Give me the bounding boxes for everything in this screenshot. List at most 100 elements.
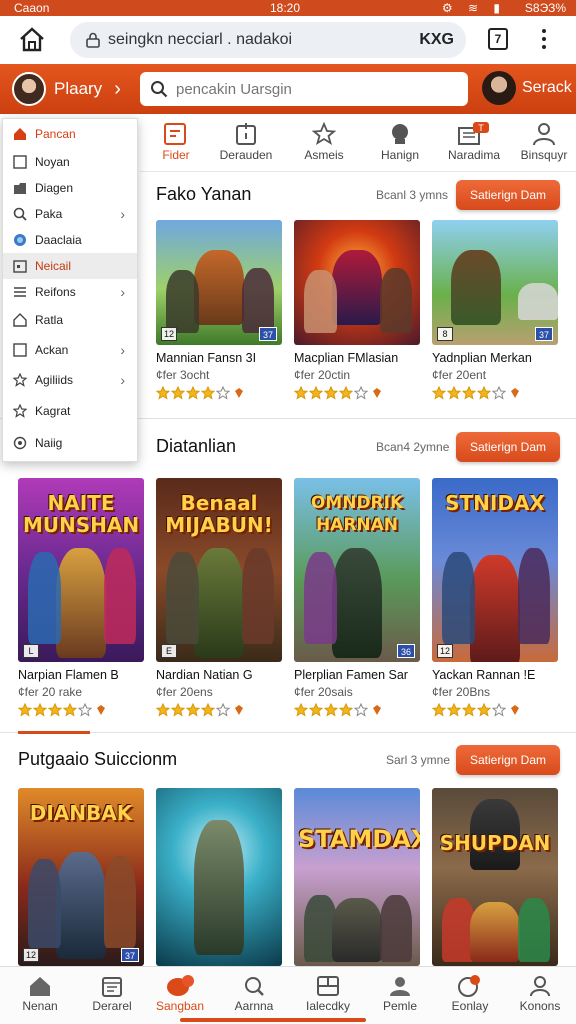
menu-item-label: Reifons	[35, 285, 76, 299]
url-text: seingkn necciarl . nadakoi	[108, 31, 293, 48]
menu-item-label: Neicail	[35, 259, 72, 273]
star-empty-icon	[78, 703, 92, 717]
nav-label: Derarel	[92, 999, 132, 1013]
star-filled-icon	[432, 703, 446, 717]
category-tab-2[interactable]: Derauden	[210, 114, 282, 172]
calendar-icon	[102, 977, 122, 997]
star-filled-icon	[462, 703, 476, 717]
menu-item-noyan[interactable]: Noyan	[3, 149, 137, 175]
cover-title: STNIDAX	[445, 491, 545, 515]
nav-label: Nenan	[22, 999, 58, 1013]
nav-tab-sangban[interactable]: Sangban	[144, 967, 216, 1024]
game-cover: NAITE MUNSHAN L	[18, 478, 144, 662]
menu-item-pancan[interactable]: Pancan	[3, 119, 137, 149]
star-filled-icon	[156, 386, 170, 400]
menu-item-ratla[interactable]: Ratla	[3, 305, 137, 335]
chevron-right-icon: ›	[114, 77, 121, 100]
menu-item-agiliids[interactable]: Agiliids ›	[3, 365, 137, 395]
menu-item-daaclaia[interactable]: Daaclaia	[3, 227, 137, 253]
game-card[interactable]: STAMDAX	[294, 788, 422, 966]
game-card[interactable]	[156, 788, 284, 966]
tag-icon	[164, 123, 186, 145]
game-title: Plerplian Famen Sar	[294, 668, 408, 682]
nav-label: Eonlay	[451, 999, 489, 1013]
game-card[interactable]: NAITE MUNSHAN L Narpian Flamen B ¢fer 20…	[18, 478, 146, 718]
kebab-menu-icon[interactable]	[536, 26, 552, 54]
game-offer: ¢fer 20sais	[294, 685, 353, 699]
nav-tab-pemle[interactable]: Pemle	[364, 967, 436, 1024]
nav-tab-eonlay[interactable]: Eonlay	[434, 967, 506, 1024]
search-input[interactable]	[176, 77, 456, 101]
menu-item-label: Naiig	[35, 436, 63, 450]
menu-item-neicail[interactable]: Neicail	[3, 253, 137, 279]
age-rating-badge: 12	[23, 948, 39, 962]
nav-tab-nenan[interactable]: Nenan	[4, 967, 76, 1024]
square-icon	[13, 343, 27, 357]
star-rating	[432, 702, 560, 718]
chevron-right-icon: ›	[120, 342, 125, 358]
star-filled-icon	[18, 703, 32, 717]
section-title: Diatanlian	[156, 436, 237, 456]
section-meta: Sarl 3 ymne	[386, 753, 451, 767]
star-filled-icon	[294, 703, 308, 717]
menu-item-diagen[interactable]: Diagen	[3, 175, 137, 201]
game-card[interactable]: OMNDRIK HARNAN 36 Plerplian Famen Sar ¢f…	[294, 478, 422, 718]
game-card[interactable]: SHUPDAN	[432, 788, 560, 966]
game-cover: 8 37	[432, 220, 558, 345]
tabs-button[interactable]: 7	[488, 28, 508, 50]
game-card[interactable]: Macplian FMlasian ¢fer 20ctin	[294, 220, 422, 401]
cover-title: STAMDAX	[298, 825, 420, 853]
menu-item-paka[interactable]: Paka ›	[3, 201, 137, 227]
chat-icon	[167, 975, 194, 996]
gem-icon	[511, 705, 519, 715]
nav-label: Ialecdky	[305, 999, 351, 1013]
star-rating	[432, 385, 560, 401]
cover-title: NAITE MUNSHAN	[22, 491, 140, 537]
nav-tab-konons[interactable]: Konons	[504, 967, 576, 1024]
menu-item-label: Agiliids	[35, 373, 74, 387]
nav-tab-aarnna[interactable]: Aarnna	[218, 967, 290, 1024]
game-card[interactable]: DIANBAK 12 37	[18, 788, 146, 966]
star-empty-icon	[492, 703, 506, 717]
game-card[interactable]: STNIDAX 12 Yackan Rannan !E ¢fer 20Bns	[432, 478, 560, 718]
category-tab-1[interactable]: Fider	[140, 114, 212, 172]
star-empty-icon	[492, 386, 506, 400]
menu-item-kagrat[interactable]: Kagrat	[3, 395, 137, 427]
star-filled-icon	[324, 386, 338, 400]
nav-tab-ialecdky[interactable]: Ialecdky	[292, 967, 364, 1024]
game-card[interactable]: Benaal MIJABUN! E Nardian Natian G ¢fer …	[156, 478, 284, 718]
category-tab-3[interactable]: Asmeis	[288, 114, 360, 172]
game-offer: ¢fer 20 rake	[18, 685, 83, 699]
home-icon[interactable]	[18, 26, 46, 54]
game-title: Nardian Natian G	[156, 668, 253, 682]
user-menu[interactable]: Serack	[482, 71, 572, 105]
game-title: Narpian Flamen B	[18, 668, 119, 682]
nav-tab-derarel[interactable]: Derarel	[76, 967, 148, 1024]
menu-item-ackan[interactable]: Ackan ›	[3, 335, 137, 365]
menu-item-naiig[interactable]: Naiig	[3, 427, 137, 459]
address-bar[interactable]: seingkn necciarl . nadakoi KXG	[70, 22, 466, 58]
category-tab-6[interactable]: Binsquyr	[508, 114, 576, 172]
category-tab-4[interactable]: Hanign	[364, 114, 436, 172]
category-bar: Fider Derauden Asmeis Hanign T Naradima …	[140, 114, 576, 172]
game-cover	[294, 220, 420, 345]
category-label: Fider	[162, 148, 190, 162]
profile-switcher[interactable]: Plaary ›	[12, 71, 121, 107]
folder-icon	[14, 183, 26, 194]
menu-item-reifons[interactable]: Reifons ›	[3, 279, 137, 305]
category-tab-5[interactable]: T Naradima	[438, 114, 510, 172]
nav-label: Pemle	[382, 999, 417, 1013]
section-action-button[interactable]: Satierign Dam	[456, 745, 560, 775]
battery-label: S8ЭЗ%	[524, 1, 566, 15]
age-rating-badge: E	[161, 644, 177, 658]
category-label: Binsquyr	[520, 148, 568, 162]
game-card[interactable]: 12 37 Mannian Fansn 3I ¢fer 3ocht	[156, 220, 284, 401]
search-box[interactable]	[140, 72, 468, 106]
game-card[interactable]: 8 37 Yadnplian Merkan ¢fer 20ent	[432, 220, 560, 401]
menu-item-label: Kagrat	[35, 404, 71, 418]
section-action-button[interactable]: Satierign Dam	[456, 432, 560, 462]
nav-label: Konons	[519, 999, 561, 1013]
section-action-button[interactable]: Satierign Dam	[456, 180, 560, 210]
active-tab-indicator	[180, 1018, 366, 1022]
search-icon	[245, 977, 264, 996]
